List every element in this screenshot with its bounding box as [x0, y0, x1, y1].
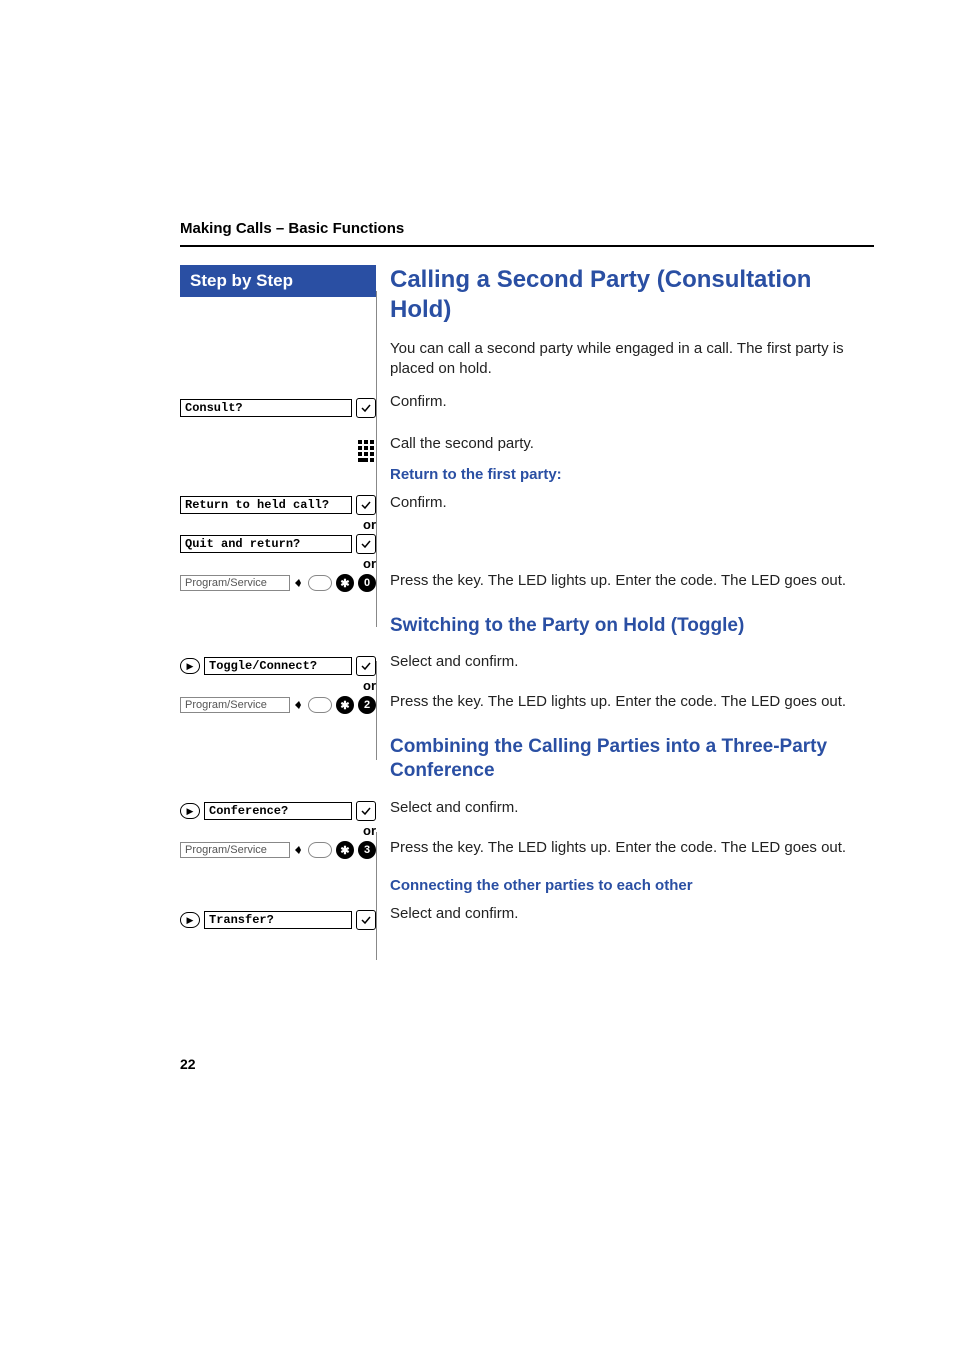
column-separator: [376, 832, 377, 960]
program-service-row: Program/Service 0: [180, 573, 376, 593]
ok-icon[interactable]: [356, 910, 376, 930]
or-label: or: [180, 676, 376, 695]
program-service-key[interactable]: Program/Service: [180, 575, 290, 591]
ok-icon[interactable]: [356, 495, 376, 515]
ok-icon[interactable]: [356, 534, 376, 554]
header-rule: [180, 245, 874, 247]
menu-toggle-connect[interactable]: Toggle/Connect?: [204, 657, 352, 675]
led-lamp-icon: [294, 845, 304, 855]
page-number: 22: [180, 1056, 874, 1072]
digit-0-key-icon[interactable]: 0: [358, 574, 376, 592]
connecting-heading: Connecting the other parties to each oth…: [390, 877, 874, 894]
step-by-step-heading: Step by Step: [180, 265, 376, 297]
menu-return-row: Return to held call?: [180, 495, 376, 515]
select-confirm-text: Select and confirm.: [390, 798, 874, 818]
menu-consult-row: Consult?: [180, 398, 376, 418]
or-label: or: [180, 515, 376, 534]
spacer: [180, 297, 376, 398]
star-key-icon[interactable]: [336, 574, 354, 592]
press-key-text: Press the key. The LED lights up. Enter …: [390, 838, 874, 858]
menu-quit-return-row: Quit and return?: [180, 534, 376, 554]
ok-icon[interactable]: [356, 656, 376, 676]
digit-2-key-icon[interactable]: 2: [358, 696, 376, 714]
menu-transfer[interactable]: Transfer?: [204, 911, 352, 929]
program-service-key[interactable]: Program/Service: [180, 842, 290, 858]
column-separator: [376, 291, 377, 627]
or-label: or: [180, 554, 376, 573]
oval-key-icon[interactable]: [308, 842, 332, 858]
spacer: [390, 424, 874, 434]
menu-transfer-row: ▶ Transfer?: [180, 910, 376, 930]
menu-consult[interactable]: Consult?: [180, 399, 352, 417]
keypad-row: [180, 440, 376, 462]
scroll-arrow-icon[interactable]: ▶: [180, 803, 200, 819]
program-service-row: Program/Service 3: [180, 840, 376, 860]
confirm-text: Confirm.: [390, 392, 874, 412]
spacer: [180, 715, 376, 801]
toggle-heading: Switching to the Party on Hold (Toggle): [390, 614, 874, 639]
intro-text: You can call a second party while engage…: [390, 339, 874, 380]
press-key-text: Press the key. The LED lights up. Enter …: [390, 571, 874, 591]
or-label: or: [180, 821, 376, 840]
program-service-key[interactable]: Program/Service: [180, 697, 290, 713]
menu-conference-row: ▶ Conference?: [180, 801, 376, 821]
oval-key-icon[interactable]: [308, 697, 332, 713]
column-separator: [376, 661, 377, 760]
confirm-text: Confirm.: [390, 493, 874, 513]
call-second-text: Call the second party.: [390, 434, 874, 454]
select-confirm-text: Select and confirm.: [390, 652, 874, 672]
menu-conference[interactable]: Conference?: [204, 802, 352, 820]
menu-quit-and-return[interactable]: Quit and return?: [180, 535, 352, 553]
led-lamp-icon: [294, 700, 304, 710]
scroll-arrow-icon[interactable]: ▶: [180, 658, 200, 674]
menu-return-to-held-call[interactable]: Return to held call?: [180, 496, 352, 514]
led-lamp-icon: [294, 578, 304, 588]
spacer: [180, 462, 376, 495]
menu-toggle-row: ▶ Toggle/Connect?: [180, 656, 376, 676]
ok-icon[interactable]: [356, 398, 376, 418]
star-key-icon[interactable]: [336, 696, 354, 714]
keypad-icon: [358, 440, 376, 462]
select-confirm-text: Select and confirm.: [390, 904, 874, 924]
ok-icon[interactable]: [356, 801, 376, 821]
star-key-icon[interactable]: [336, 841, 354, 859]
conference-heading: Combining the Calling Parties into a Thr…: [390, 735, 874, 784]
spacer: [180, 860, 376, 910]
oval-key-icon[interactable]: [308, 575, 332, 591]
spacer: [180, 593, 376, 656]
spacer: [180, 418, 376, 440]
section-header: Making Calls – Basic Functions: [180, 220, 874, 237]
page-title: Calling a Second Party (Consultation Hol…: [390, 265, 874, 325]
digit-3-key-icon[interactable]: 3: [358, 841, 376, 859]
return-first-heading: Return to the first party:: [390, 466, 874, 483]
scroll-arrow-icon[interactable]: ▶: [180, 912, 200, 928]
press-key-text: Press the key. The LED lights up. Enter …: [390, 692, 874, 712]
program-service-row: Program/Service 2: [180, 695, 376, 715]
